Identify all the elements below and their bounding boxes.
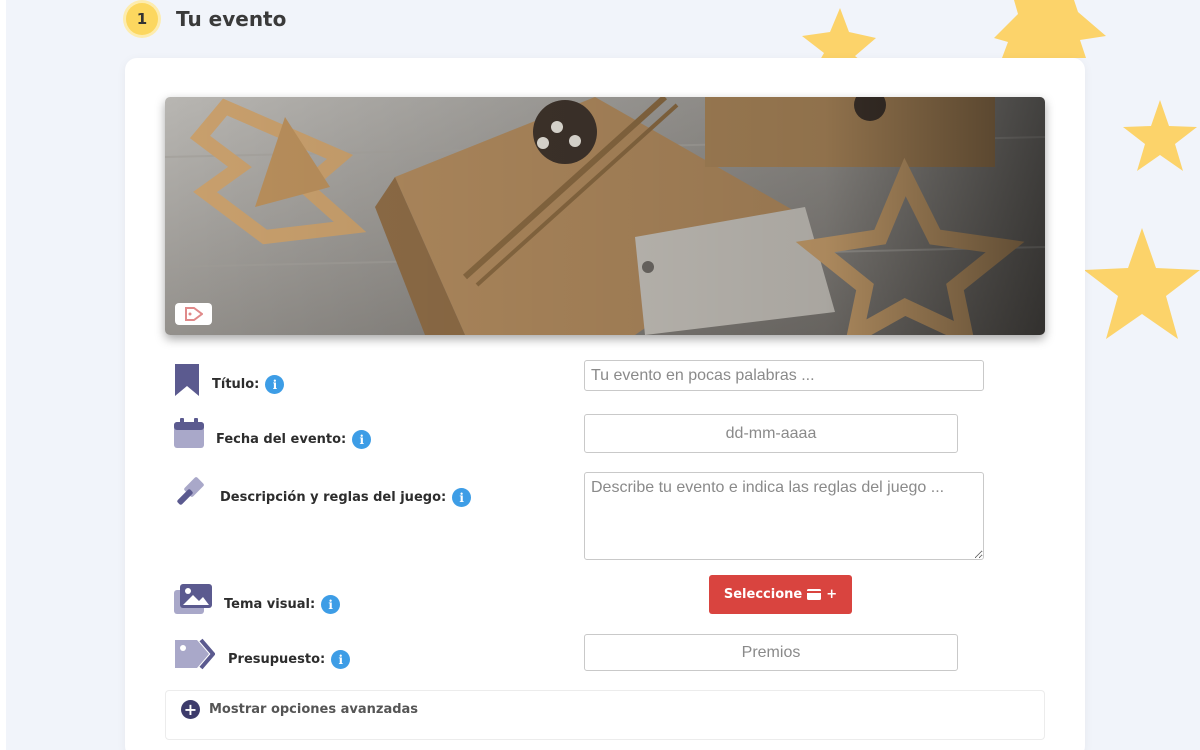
bookmark-icon (175, 364, 199, 400)
page-left-edge (0, 0, 6, 750)
star-decoration-2 (994, 0, 1108, 58)
presupuesto-label: Presupuesto: i (228, 650, 351, 669)
plus-circle-icon: + (181, 700, 200, 719)
info-icon[interactable]: i (452, 488, 472, 507)
advanced-options-panel: + Mostrar opciones avanzadas (165, 690, 1045, 740)
event-banner-image (165, 97, 1045, 335)
star-decoration-3 (1122, 100, 1198, 172)
titulo-input[interactable] (584, 360, 984, 391)
tema-label: Tema visual: i (224, 595, 341, 614)
show-advanced-options-toggle[interactable]: + Mostrar opciones avanzadas (181, 700, 418, 719)
descripcion-label: Descripción y reglas del juego: i (220, 488, 472, 507)
presupuesto-label-text: Presupuesto: (228, 652, 326, 667)
tags-icon (175, 638, 216, 674)
info-icon[interactable]: i (321, 595, 341, 614)
titulo-label: Título: i (212, 375, 285, 394)
step-title: Tu evento (176, 7, 287, 31)
card-icon (807, 589, 822, 600)
advanced-options-label: Mostrar opciones avanzadas (209, 702, 419, 717)
tema-label-text: Tema visual: (224, 597, 316, 612)
image-gallery-icon (174, 584, 212, 618)
fecha-input[interactable] (584, 414, 958, 453)
tag-icon[interactable] (175, 303, 212, 325)
descripcion-textarea[interactable] (584, 472, 984, 560)
star-decoration-1 (800, 8, 876, 60)
star-decoration-4 (1084, 228, 1200, 340)
fecha-label: Fecha del evento: i (216, 430, 372, 449)
info-icon[interactable]: i (265, 375, 285, 394)
calendar-icon (174, 418, 204, 452)
select-theme-button-label: Seleccione (723, 587, 803, 602)
info-icon[interactable]: i (331, 650, 351, 669)
titulo-label-text: Título: (212, 377, 260, 392)
select-theme-button-plus: + (826, 587, 838, 602)
fecha-label-text: Fecha del evento: (216, 432, 347, 447)
presupuesto-input[interactable] (584, 634, 958, 671)
step-header: 1 Tu evento (126, 3, 286, 35)
info-icon[interactable]: i (352, 430, 372, 449)
descripcion-label-text: Descripción y reglas del juego: (220, 490, 447, 505)
gavel-icon (174, 476, 208, 514)
step-number-badge: 1 (126, 3, 158, 35)
select-theme-button[interactable]: Seleccione + (709, 575, 852, 614)
